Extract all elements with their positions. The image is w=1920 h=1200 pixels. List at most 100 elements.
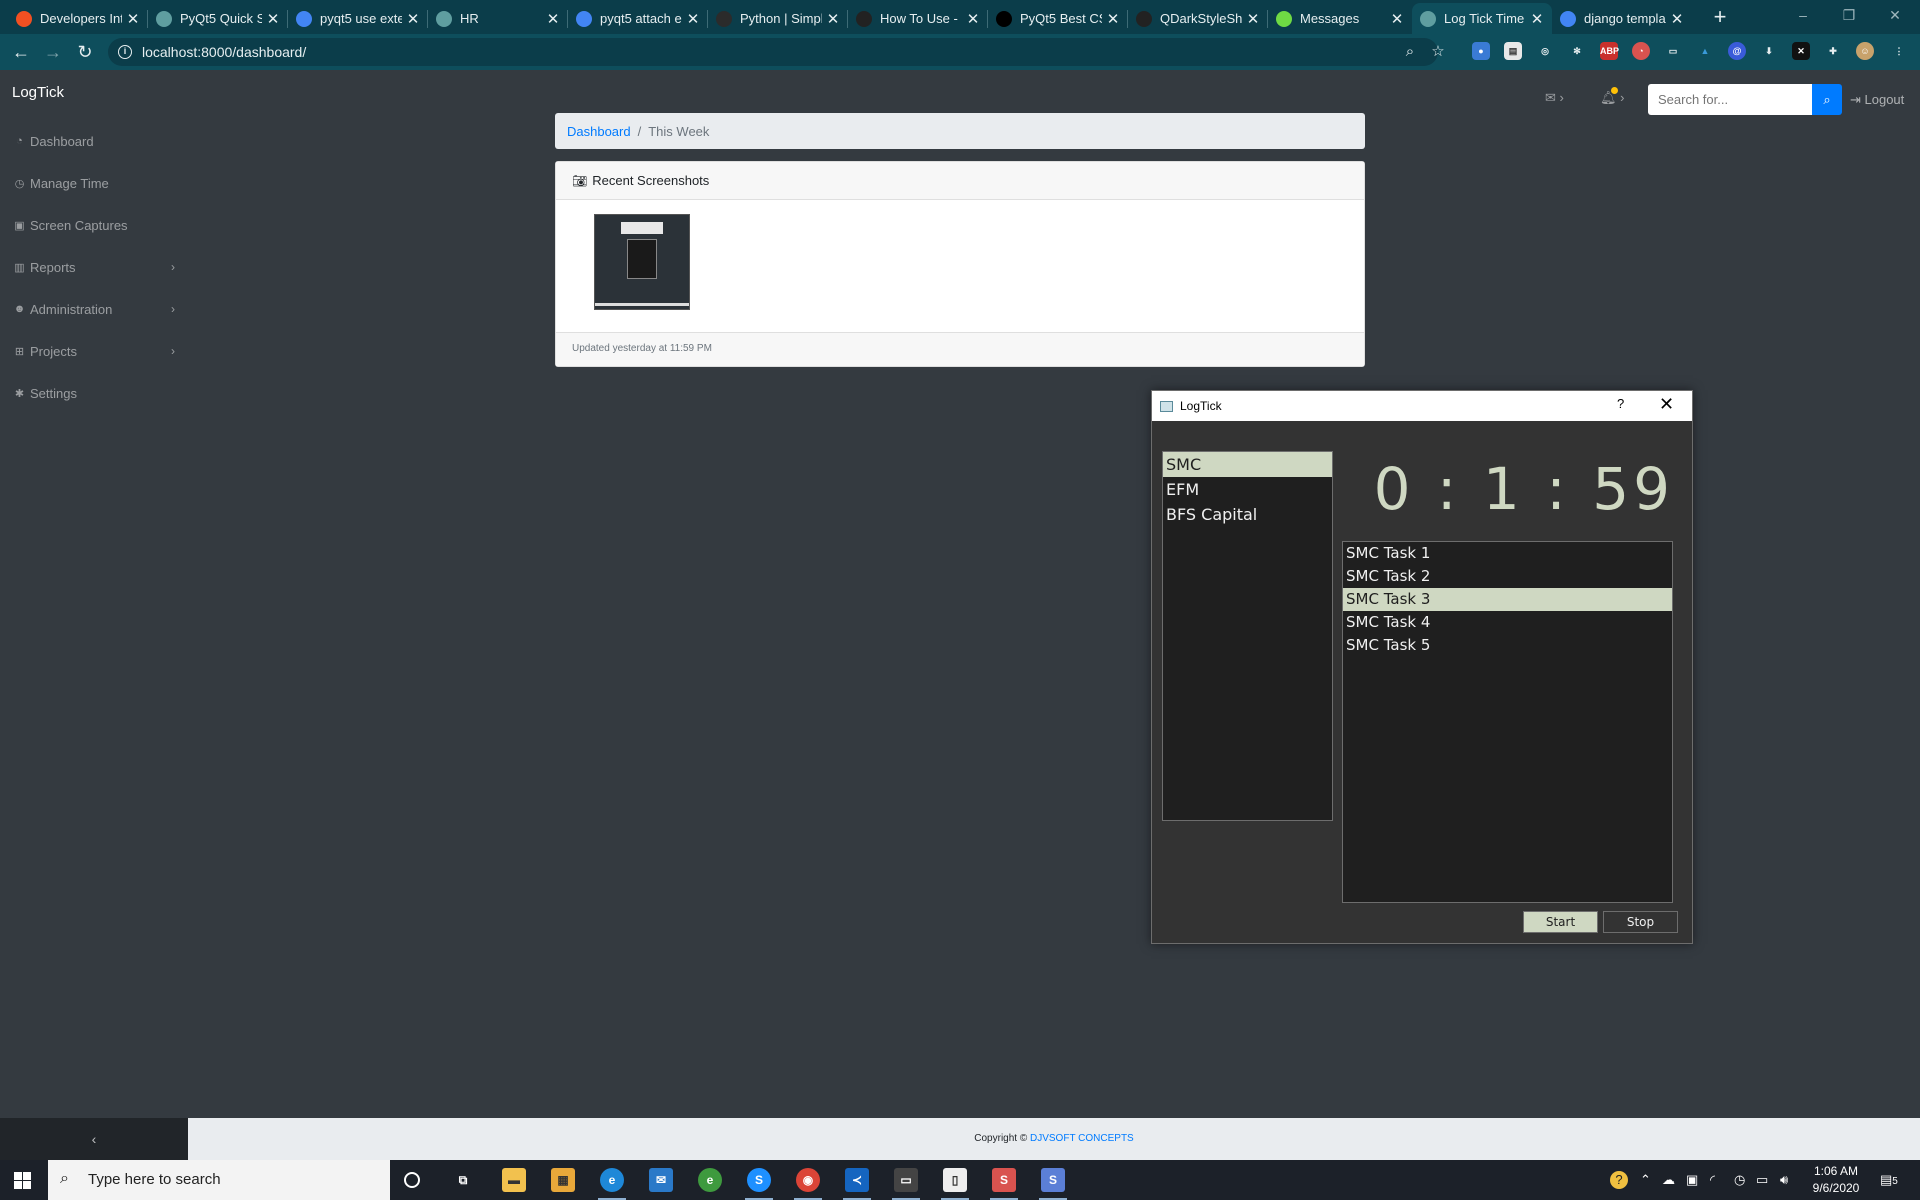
envelope-icon[interactable]: ✉ › <box>1545 90 1564 106</box>
sidebar-item-dashboard[interactable]: ◔ Dashboard <box>0 120 188 162</box>
store-icon[interactable]: ▦ <box>551 1168 575 1192</box>
browser-tab[interactable]: QDarkStyleShe ✕ <box>1128 3 1268 34</box>
browser-tab[interactable]: Developers Inte ✕ <box>8 3 148 34</box>
dialog-titlebar[interactable]: LogTick ? ✕ <box>1152 391 1692 421</box>
browser-tab[interactable]: How To Use - I ✕ <box>848 3 988 34</box>
sidebar-item-reports[interactable]: ▥ Reports › <box>0 246 188 288</box>
windows-start-icon[interactable] <box>14 1172 31 1189</box>
sidebar-item-projects[interactable]: ⊞ Projects › <box>0 330 188 372</box>
url-text[interactable]: localhost:8000/dashboard/ <box>142 44 306 60</box>
project-item[interactable]: EFM <box>1163 477 1332 502</box>
tab-close-icon[interactable]: ✕ <box>266 10 280 28</box>
browser-tab[interactable]: HR ✕ <box>428 3 568 34</box>
screenshot-thumbnail[interactable] <box>594 214 690 310</box>
vscode-icon[interactable]: ≺ <box>843 1168 871 1200</box>
task-item[interactable]: SMC Task 1 <box>1343 542 1672 565</box>
project-item[interactable]: BFS Capital <box>1163 502 1332 527</box>
zoom-search-icon[interactable]: ⌕ <box>1400 42 1420 62</box>
browser-tab[interactable]: pyqt5 use exte ✕ <box>288 3 428 34</box>
browser-tab[interactable]: Log Tick Time ✕ <box>1412 3 1552 34</box>
drop-extension-icon[interactable]: ▲ <box>1696 42 1714 60</box>
help-button[interactable]: ? <box>1617 396 1624 411</box>
extensions-puzzle-icon[interactable]: ✚ <box>1824 42 1842 60</box>
profile-avatar[interactable]: ☺ <box>1856 42 1874 60</box>
adblock-icon[interactable]: ABP <box>1600 42 1619 60</box>
extension-icon[interactable]: ✕ <box>1792 42 1810 60</box>
tab-close-icon[interactable]: ✕ <box>406 10 420 28</box>
clock-tray-icon[interactable]: ◷ <box>1734 1172 1745 1188</box>
chat-extension-icon[interactable]: ▭ <box>1664 42 1682 60</box>
notepad-icon[interactable]: ▯ <box>941 1168 969 1200</box>
site-info-icon[interactable]: i <box>118 45 132 59</box>
browser-tab[interactable]: PyQt5 Best CS ✕ <box>988 3 1128 34</box>
volume-icon[interactable]: 🔊︎ <box>1780 1172 1788 1188</box>
browser-tab[interactable]: pyqt5 attach e ✕ <box>568 3 708 34</box>
terminal-icon[interactable]: ▭ <box>892 1168 920 1200</box>
notifications-icon[interactable]: ▤5 <box>1880 1172 1898 1188</box>
app-s-icon[interactable]: S <box>1039 1168 1067 1200</box>
task-list[interactable]: SMC Task 1 SMC Task 2 SMC Task 3 SMC Task 4… <box>1342 541 1673 903</box>
display-icon[interactable]: ▣ <box>1686 1172 1698 1188</box>
skype-icon[interactable]: S <box>745 1168 773 1200</box>
close-window-button[interactable]: ✕ <box>1872 0 1918 30</box>
tab-close-icon[interactable]: ✕ <box>686 10 700 28</box>
task-item[interactable]: SMC Task 2 <box>1343 565 1672 588</box>
browser-tab[interactable]: Python | Simpl ✕ <box>708 3 848 34</box>
extension-icon[interactable]: ◔ <box>1632 42 1650 60</box>
tab-close-icon[interactable]: ✕ <box>1390 10 1404 28</box>
search-input[interactable] <box>1648 84 1812 115</box>
tab-close-icon[interactable]: ✕ <box>1246 10 1260 28</box>
edge-icon[interactable]: e <box>598 1168 626 1200</box>
taskbar-search-box[interactable]: ⌕ Type here to search <box>48 1160 390 1200</box>
project-item[interactable]: SMC <box>1163 452 1332 477</box>
edge-dev-icon[interactable]: e <box>698 1168 722 1192</box>
browser-menu-icon[interactable]: ⋮ <box>1890 42 1908 60</box>
logout-link[interactable]: ⇥ Logout <box>1850 92 1904 108</box>
search-button[interactable]: ⌕ <box>1812 84 1842 115</box>
project-list[interactable]: SMC EFM BFS Capital <box>1162 451 1333 821</box>
back-icon[interactable]: ← <box>9 40 33 64</box>
cortana-icon[interactable] <box>404 1172 420 1188</box>
address-bar[interactable]: i localhost:8000/dashboard/ ⌕ ☆ <box>108 38 1445 66</box>
sidebar-item-screen-captures[interactable]: ▣ Screen Captures <box>0 204 188 246</box>
brand-logo[interactable]: LogTick <box>12 84 64 101</box>
sidebar-toggle-button[interactable]: ‹ <box>0 1118 188 1160</box>
help-tray-icon[interactable]: ? <box>1610 1171 1628 1189</box>
onedrive-icon[interactable]: ☁ <box>1662 1172 1675 1188</box>
tab-close-icon[interactable]: ✕ <box>1530 10 1544 28</box>
tab-close-icon[interactable]: ✕ <box>1670 10 1684 28</box>
task-item[interactable]: SMC Task 3 <box>1343 588 1672 611</box>
wifi-icon[interactable]: ◜ <box>1710 1172 1715 1188</box>
taskbar-clock[interactable]: 1:06 AM 9/6/2020 <box>1808 1163 1864 1197</box>
task-item[interactable]: SMC Task 5 <box>1343 634 1672 657</box>
restore-button[interactable]: ❐ <box>1826 0 1872 30</box>
battery-icon[interactable]: ▭ <box>1756 1172 1768 1188</box>
download-extension-icon[interactable]: ⬇ <box>1760 42 1778 60</box>
tab-close-icon[interactable]: ✕ <box>826 10 840 28</box>
tab-close-icon[interactable]: ✕ <box>1106 10 1120 28</box>
sidebar-item-administration[interactable]: ☻ Administration › <box>0 288 188 330</box>
forward-icon[interactable]: → <box>41 40 65 64</box>
extension-icon[interactable]: ◎ <box>1536 42 1554 60</box>
minimize-button[interactable]: – <box>1780 0 1826 30</box>
sidebar-item-manage-time[interactable]: ◷ Manage Time <box>0 162 188 204</box>
company-link[interactable]: DJVSOFT CONCEPTS <box>1030 1133 1134 1144</box>
start-button[interactable]: Start <box>1523 911 1598 933</box>
reload-icon[interactable]: ↻ <box>73 40 97 64</box>
task-item[interactable]: SMC Task 4 <box>1343 611 1672 634</box>
mail-icon[interactable]: ✉ <box>649 1168 673 1192</box>
extension-icon[interactable]: ● <box>1472 42 1490 60</box>
browser-tab[interactable]: django templa ✕ <box>1552 3 1692 34</box>
bookmark-star-icon[interactable]: ☆ <box>1428 42 1448 62</box>
chrome-icon[interactable]: ◉ <box>794 1168 822 1200</box>
browser-tab[interactable]: Messages ✕ <box>1268 3 1412 34</box>
close-icon[interactable]: ✕ <box>1659 394 1674 415</box>
react-devtools-icon[interactable]: ✻ <box>1568 42 1586 60</box>
sidebar-item-settings[interactable]: ✱ Settings <box>0 372 188 414</box>
extension-icon[interactable]: @ <box>1728 42 1746 60</box>
sublime-icon[interactable]: S <box>990 1168 1018 1200</box>
browser-tab[interactable]: PyQt5 Quick St ✕ <box>148 3 288 34</box>
new-tab-button[interactable]: + <box>1708 5 1732 29</box>
tab-close-icon[interactable]: ✕ <box>966 10 980 28</box>
tab-close-icon[interactable]: ✕ <box>546 10 560 28</box>
